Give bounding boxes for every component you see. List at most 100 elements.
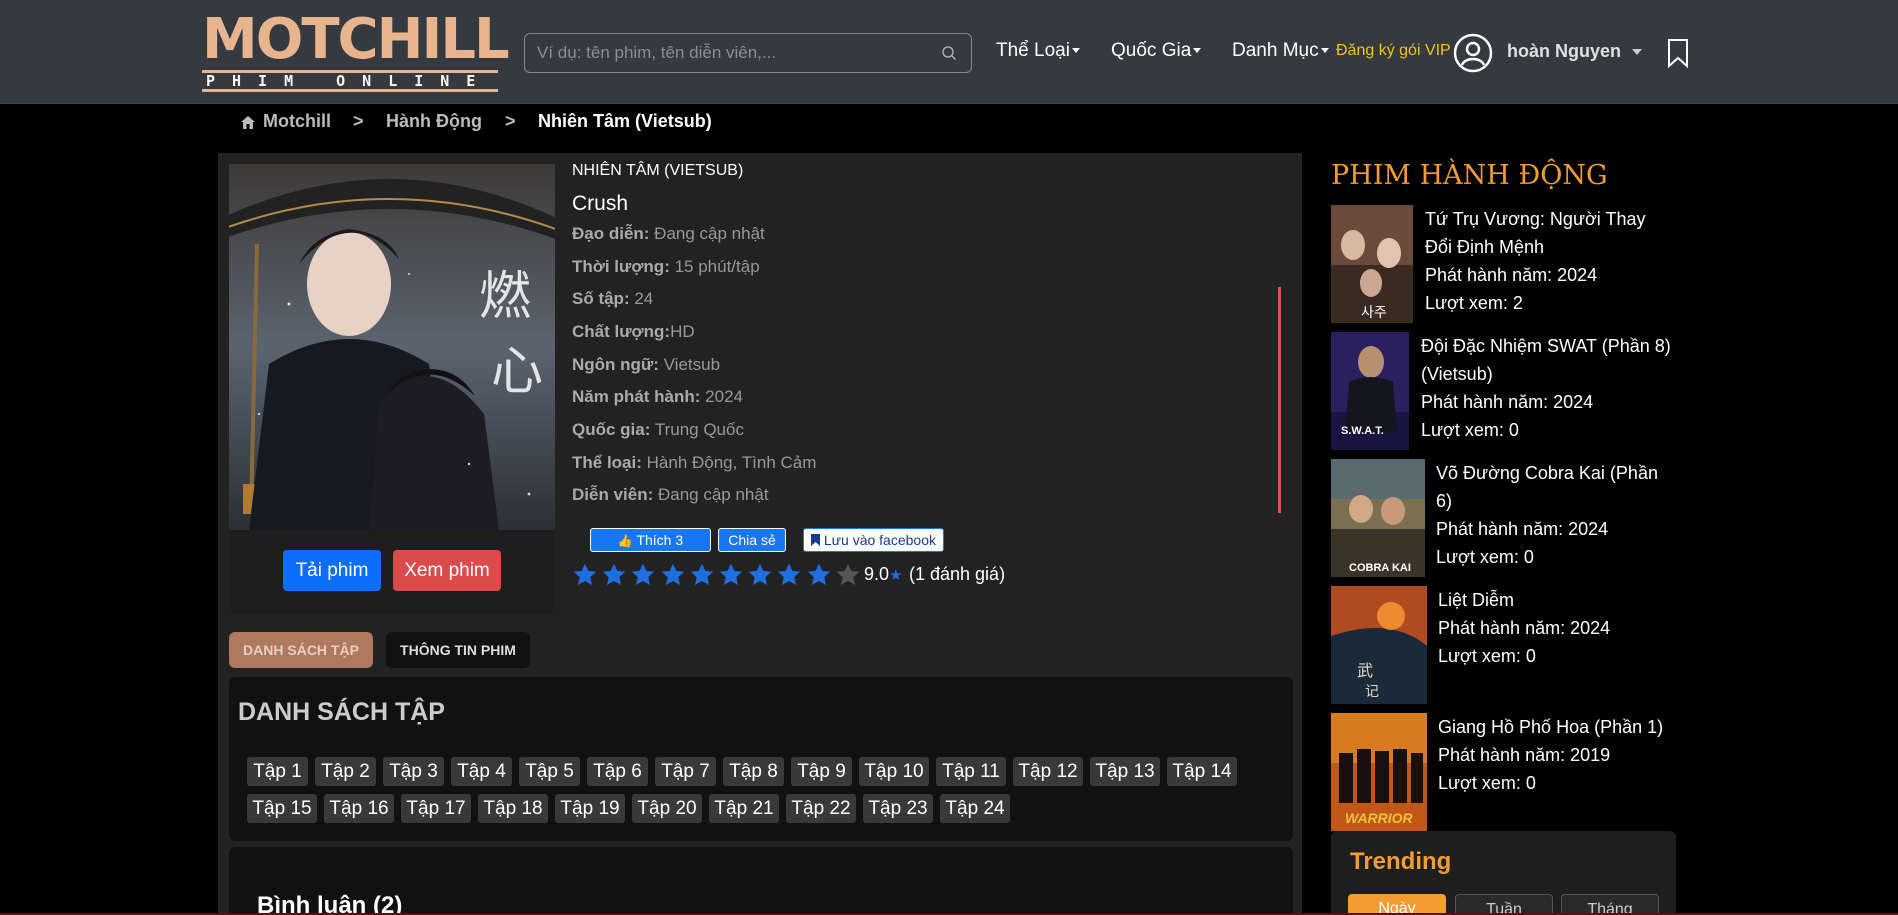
info-label: Chất lượng: bbox=[572, 322, 671, 341]
info-value: 2024 bbox=[700, 387, 743, 406]
star-icon[interactable] bbox=[718, 562, 744, 588]
trending-tab-day[interactable]: Ngày bbox=[1348, 894, 1446, 915]
save-to-facebook-button[interactable]: Lưu vào facebook bbox=[803, 528, 944, 552]
vip-signup-link[interactable]: Đăng ký gói VIP bbox=[1336, 42, 1451, 60]
save-fb-label: Lưu vào facebook bbox=[823, 532, 936, 548]
info-duration: Thời lượng: 15 phút/tập bbox=[572, 257, 760, 277]
sidebar-movie-title: Tứ Trụ Vương: Người Thay Đổi Định Mệnh bbox=[1425, 205, 1646, 261]
poster-image: 燃 心 bbox=[229, 164, 555, 530]
episode-button[interactable]: Tập 14 bbox=[1167, 757, 1237, 786]
sidebar-movie-text: Liệt Diễm Phát hành năm: 2024 Lượt xem: … bbox=[1438, 586, 1610, 670]
episode-button[interactable]: Tập 15 bbox=[247, 794, 317, 823]
sidebar-movie-item[interactable]: WARRIOR Giang Hồ Phố Hoa (Phần 1) Phát h… bbox=[1331, 713, 1681, 833]
sidebar-movie-views: Lượt xem: 0 bbox=[1438, 646, 1536, 666]
nav-category[interactable]: Danh Mục bbox=[1232, 40, 1329, 62]
sidebar-movie-item[interactable]: 사주 Tứ Trụ Vương: Người Thay Đổi Định Mệnh… bbox=[1331, 205, 1681, 325]
sidebar-movie-year: Phát hành năm: 2024 bbox=[1421, 392, 1594, 412]
episode-button[interactable]: Tập 16 bbox=[324, 794, 394, 823]
breadcrumb-separator: > bbox=[353, 111, 364, 131]
user-avatar-icon[interactable] bbox=[1453, 33, 1493, 73]
info-value: HD bbox=[670, 322, 695, 341]
episode-button[interactable]: Tập 13 bbox=[1090, 757, 1160, 786]
comments-title: Bình luận (2) bbox=[257, 892, 403, 915]
breadcrumb-home[interactable]: Motchill bbox=[263, 111, 331, 132]
sidebar-movie-item[interactable]: 武记 Liệt Diễm Phát hành năm: 2024 Lượt xe… bbox=[1331, 586, 1681, 706]
search-icon[interactable] bbox=[941, 45, 957, 61]
star-icon[interactable] bbox=[776, 562, 802, 588]
star-icon[interactable] bbox=[806, 562, 832, 588]
info-label: Năm phát hành: bbox=[572, 387, 701, 406]
star-icon[interactable] bbox=[835, 562, 861, 588]
facebook-like-button[interactable]: 👍 Thích 3 bbox=[590, 528, 711, 552]
star-icon[interactable] bbox=[601, 562, 627, 588]
poster-action-bar bbox=[229, 530, 555, 614]
user-menu[interactable]: hoàn Nguyen bbox=[1507, 41, 1643, 62]
episode-button[interactable]: Tập 18 bbox=[478, 794, 548, 823]
episode-button[interactable]: Tập 23 bbox=[863, 794, 933, 823]
episode-button[interactable]: Tập 10 bbox=[859, 757, 929, 786]
episode-button[interactable]: Tập 7 bbox=[655, 757, 716, 786]
facebook-share-button[interactable]: Chia sẻ bbox=[718, 528, 786, 552]
episode-button[interactable]: Tập 22 bbox=[786, 794, 856, 823]
episode-button[interactable]: Tập 1 bbox=[247, 757, 308, 786]
episode-button[interactable]: Tập 19 bbox=[555, 794, 625, 823]
movie-thumbnail: WARRIOR bbox=[1331, 713, 1427, 831]
info-release-year: Năm phát hành: 2024 bbox=[572, 387, 743, 407]
trending-title: Trending bbox=[1350, 848, 1452, 875]
svg-text:S.W.A.T.: S.W.A.T. bbox=[1341, 425, 1384, 437]
star-icon[interactable] bbox=[630, 562, 656, 588]
info-value: 24 bbox=[629, 289, 654, 308]
breadcrumb-category[interactable]: Hành Động bbox=[386, 111, 482, 132]
download-button[interactable]: Tải phim bbox=[283, 550, 381, 591]
episode-button[interactable]: Tập 6 bbox=[587, 757, 648, 786]
episode-button[interactable]: Tập 11 bbox=[936, 757, 1006, 786]
episode-button[interactable]: Tập 2 bbox=[315, 757, 376, 786]
watch-button[interactable]: Xem phim bbox=[393, 550, 501, 591]
chevron-down-icon bbox=[1632, 49, 1643, 56]
episode-list-title: DANH SÁCH TẬP bbox=[238, 698, 445, 726]
star-icon[interactable] bbox=[660, 562, 686, 588]
thumbs-up-icon: 👍 bbox=[617, 534, 633, 548]
sidebar-movie-title: Liệt Diễm bbox=[1438, 590, 1515, 610]
chevron-down-icon bbox=[1320, 48, 1329, 54]
episode-button[interactable]: Tập 12 bbox=[1013, 757, 1083, 786]
info-scrollbar[interactable] bbox=[1278, 287, 1281, 513]
rating-value: 9.0 bbox=[864, 564, 890, 584]
sidebar-movie-item[interactable]: S.W.A.T. Đội Đặc Nhiệm SWAT (Phần 8) (Vie… bbox=[1331, 332, 1681, 452]
episode-button[interactable]: Tập 20 bbox=[632, 794, 702, 823]
home-icon bbox=[241, 116, 255, 129]
trending-tab-week[interactable]: Tuần bbox=[1455, 894, 1553, 915]
info-value: Đang cập nhật bbox=[653, 485, 769, 504]
star-icon[interactable] bbox=[747, 562, 773, 588]
logo-wordmark: MOTCHILL bbox=[202, 7, 510, 72]
bookmark-icon[interactable] bbox=[1667, 38, 1689, 68]
episode-button[interactable]: Tập 17 bbox=[401, 794, 471, 823]
nav-country[interactable]: Quốc Gia bbox=[1111, 40, 1202, 62]
episode-button[interactable]: Tập 24 bbox=[940, 794, 1010, 823]
sidebar-movie-views: Lượt xem: 0 bbox=[1438, 773, 1536, 793]
episode-button[interactable]: Tập 3 bbox=[383, 757, 444, 786]
episode-button[interactable]: Tập 5 bbox=[519, 757, 580, 786]
svg-text:燃: 燃 bbox=[479, 267, 531, 327]
tab-episode-list[interactable]: DANH SÁCH TẬP bbox=[229, 632, 373, 668]
episode-button[interactable]: Tập 8 bbox=[723, 757, 784, 786]
sidebar-movie-text: Tứ Trụ Vương: Người Thay Đổi Định Mệnh Ph… bbox=[1425, 205, 1646, 317]
episode-button[interactable]: Tập 21 bbox=[709, 794, 779, 823]
movie-thumbnail: 사주 bbox=[1331, 205, 1413, 323]
site-logo[interactable]: MOTCHILL PHIM ONLINE bbox=[202, 10, 510, 92]
rating-count: (1 đánh giá) bbox=[909, 564, 1006, 584]
search-input[interactable] bbox=[537, 34, 937, 72]
info-value: Vietsub bbox=[658, 355, 721, 374]
episode-button[interactable]: Tập 9 bbox=[791, 757, 852, 786]
star-icon[interactable] bbox=[572, 562, 598, 588]
nav-genre[interactable]: Thể Loại bbox=[996, 40, 1080, 62]
trending-tab-month[interactable]: Tháng bbox=[1561, 894, 1659, 915]
title-line: Đổi Định Mệnh bbox=[1425, 237, 1545, 257]
info-label: Thời lượng: bbox=[572, 257, 670, 276]
tab-movie-info[interactable]: THÔNG TIN PHIM bbox=[386, 632, 530, 668]
episode-button[interactable]: Tập 4 bbox=[451, 757, 512, 786]
sidebar-movie-text: Đội Đặc Nhiệm SWAT (Phần 8) (Vietsub) Phá… bbox=[1421, 332, 1671, 444]
star-icon[interactable] bbox=[689, 562, 715, 588]
title-line: Võ Đường Cobra Kai (Phần bbox=[1436, 463, 1658, 483]
sidebar-movie-item[interactable]: COBRA KAI Võ Đường Cobra Kai (Phần 6) Phá… bbox=[1331, 459, 1681, 579]
